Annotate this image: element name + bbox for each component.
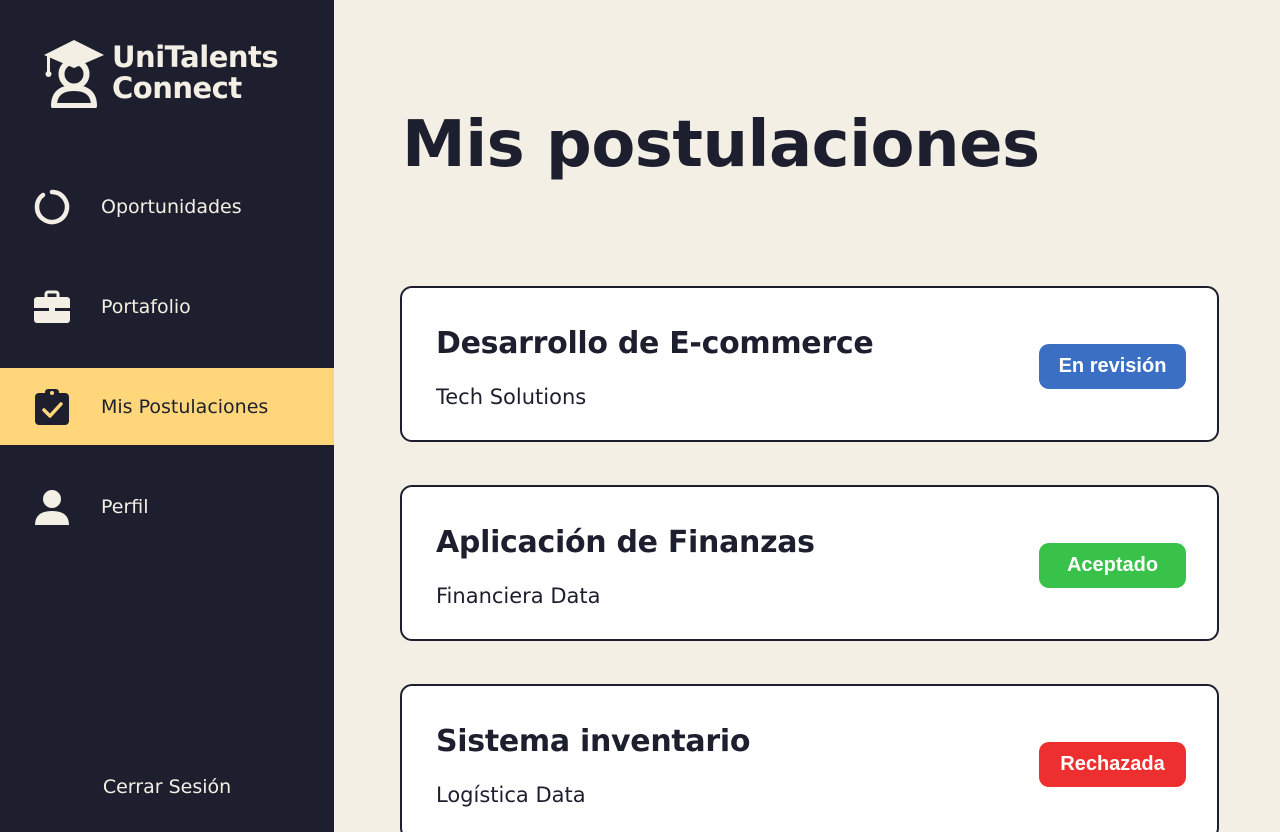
- application-card[interactable]: Desarrollo de E-commerce Tech Solutions …: [400, 286, 1219, 442]
- status-badge: Rechazada: [1039, 742, 1186, 787]
- logout-button[interactable]: Cerrar Sesión: [0, 776, 334, 798]
- graduate-logo-icon: [44, 40, 104, 108]
- clipboard-check-icon: [34, 388, 70, 425]
- application-company: Logística Data: [436, 783, 586, 807]
- app-name-line2: Connect: [112, 71, 242, 105]
- sidebar-item-perfil[interactable]: Perfil: [0, 468, 334, 545]
- sidebar-item-mis-postulaciones[interactable]: Mis Postulaciones: [0, 368, 334, 445]
- application-company: Tech Solutions: [436, 385, 587, 409]
- sidebar-item-portafolio[interactable]: Portafolio: [0, 268, 334, 345]
- page-title: Mis postulaciones: [402, 108, 1040, 182]
- briefcase-icon: [34, 289, 70, 325]
- sidebar-item-label: Mis Postulaciones: [101, 395, 269, 418]
- app-name: UniTalents Connect: [112, 40, 279, 105]
- status-badge: En revisión: [1039, 344, 1186, 389]
- user-icon: [34, 489, 70, 525]
- logo[interactable]: UniTalents Connect: [42, 38, 279, 108]
- application-company: Financiera Data: [436, 584, 601, 608]
- application-card[interactable]: Sistema inventario Logística Data Rechaz…: [400, 684, 1219, 832]
- status-badge: Aceptado: [1039, 543, 1186, 588]
- app-root: UniTalents Connect Oportunidades Portafo…: [0, 0, 1280, 832]
- sidebar: UniTalents Connect Oportunidades Portafo…: [0, 0, 334, 832]
- application-card[interactable]: Aplicación de Finanzas Financiera Data A…: [400, 485, 1219, 641]
- application-title: Aplicación de Finanzas: [436, 525, 815, 560]
- sidebar-item-oportunidades[interactable]: Oportunidades: [0, 168, 334, 245]
- main-content: Mis postulaciones Desarrollo de E-commer…: [334, 0, 1280, 832]
- application-title: Desarrollo de E-commerce: [436, 326, 874, 361]
- ring-icon: [34, 189, 70, 225]
- sidebar-item-label: Oportunidades: [101, 195, 242, 218]
- application-title: Sistema inventario: [436, 724, 751, 759]
- app-name-line1: UniTalents: [112, 40, 279, 74]
- sidebar-item-label: Perfil: [101, 495, 149, 518]
- sidebar-item-label: Portafolio: [101, 295, 191, 318]
